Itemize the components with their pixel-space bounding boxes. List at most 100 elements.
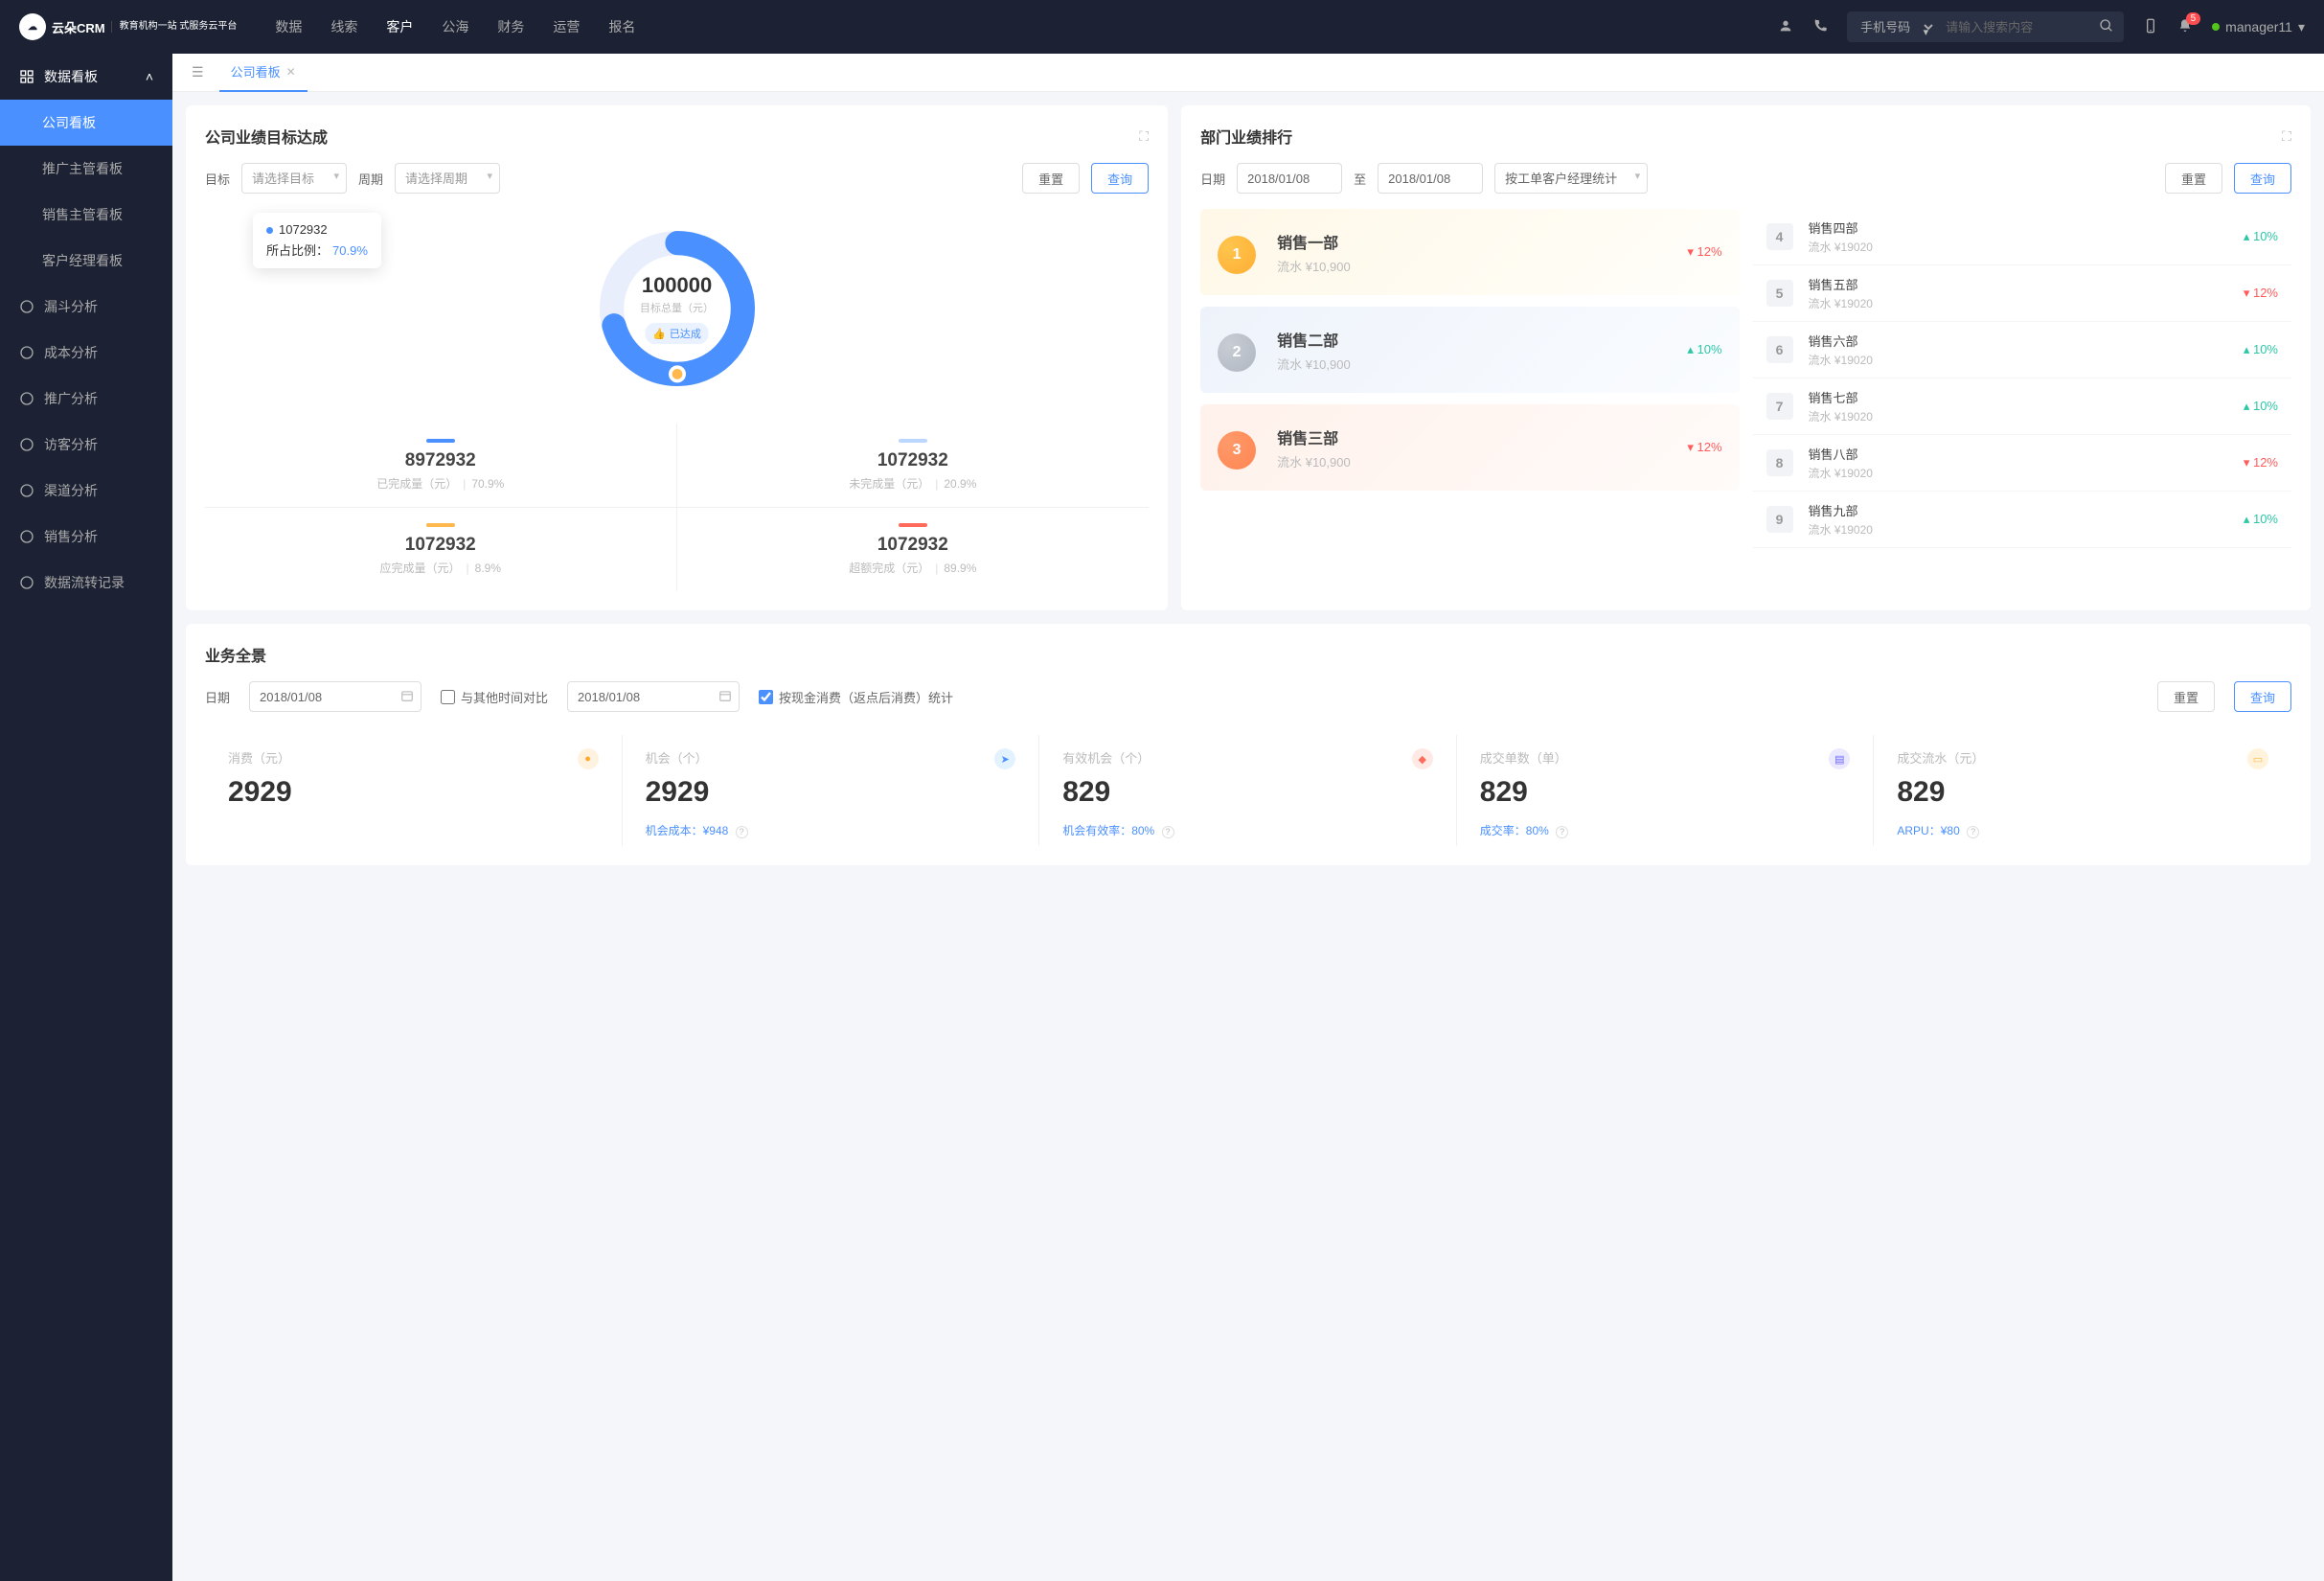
rank-number: 7 [1766, 393, 1793, 420]
search-type-select[interactable]: 手机号码 [1847, 19, 1936, 35]
rank-number: 8 [1766, 449, 1793, 476]
kpi-label: 机会（个） [646, 748, 1016, 767]
sidebar-item-label: 数据流转记录 [44, 573, 125, 592]
logo-title: 云朵CRM [52, 18, 105, 36]
user-menu[interactable]: manager11 ▾ [2212, 19, 2305, 35]
query-button[interactable]: 查询 [1091, 163, 1149, 194]
group-by-select[interactable]: 按工单客户经理统计 [1494, 163, 1648, 194]
sidebar: 数据看板 ˄ 公司看板推广主管看板销售主管看板客户经理看板 漏斗分析成本分析推广… [0, 54, 172, 1581]
menu-toggle-icon[interactable]: ☰ [184, 64, 212, 80]
rank-row[interactable]: 6销售六部流水 ¥19020▴ 10% [1753, 322, 2291, 378]
rank-row[interactable]: 5销售五部流水 ¥19020▾ 12% [1753, 265, 2291, 322]
compare-checkbox-group[interactable]: 与其他时间对比 [441, 688, 548, 706]
notification-icon[interactable]: 5 [2177, 18, 2193, 36]
visitor-icon [19, 437, 34, 452]
cash-mode-checkbox-group[interactable]: 按现金消费（返点后消费）统计 [759, 688, 953, 706]
sidebar-group-label: 数据看板 [44, 67, 98, 86]
rank-name: 销售三部 [1277, 425, 1670, 448]
user-name: manager11 [2225, 19, 2292, 34]
sidebar-item-label: 推广分析 [44, 389, 98, 408]
sidebar-item-公司看板[interactable]: 公司看板 [0, 100, 172, 146]
compare-checkbox[interactable] [441, 690, 455, 704]
kpi-grid: 消费（元）●2929 机会（个）➤2929机会成本：¥948 ?有效机会（个）◆… [205, 735, 2291, 846]
rank-number: 6 [1766, 336, 1793, 363]
reset-button[interactable]: 重置 [2165, 163, 2222, 194]
rank-amount: 流水 ¥19020 [1809, 521, 2228, 538]
close-icon[interactable]: ✕ [286, 65, 296, 79]
rank-row[interactable]: 7销售七部流水 ¥19020▴ 10% [1753, 378, 2291, 435]
help-icon[interactable]: ? [736, 826, 748, 838]
rank-card-1[interactable]: 1销售一部流水 ¥10,900▾ 12% [1200, 209, 1739, 295]
search-button[interactable] [2089, 18, 2124, 36]
rank-row[interactable]: 9销售九部流水 ¥19020▴ 10% [1753, 492, 2291, 548]
medal-icon: 3 [1218, 424, 1260, 471]
sidebar-item-推广主管看板[interactable]: 推广主管看板 [0, 146, 172, 192]
trend-up-icon: ▴ 10% [1687, 342, 1721, 357]
panel-title: 部门业绩排行 [1200, 125, 1292, 148]
expand-icon[interactable]: ⛶ [2282, 128, 2291, 145]
query-button[interactable]: 查询 [2234, 163, 2291, 194]
rank-row[interactable]: 4销售四部流水 ¥19020▴ 10% [1753, 209, 2291, 265]
period-select[interactable]: 请选择周期 [395, 163, 500, 194]
rank-name: 销售七部 [1809, 388, 2228, 406]
sidebar-item-渠道分析[interactable]: 渠道分析 [0, 468, 172, 514]
tooltip-value: 1072932 [279, 222, 328, 237]
metric-value: 1072932 [687, 535, 1140, 556]
nav-item-公海[interactable]: 公海 [442, 17, 468, 36]
nav-item-财务[interactable]: 财务 [497, 17, 524, 36]
nav-item-数据[interactable]: 数据 [275, 17, 302, 36]
query-button[interactable]: 查询 [2234, 681, 2291, 712]
sidebar-item-漏斗分析[interactable]: 漏斗分析 [0, 284, 172, 330]
target-select[interactable]: 请选择目标 [241, 163, 347, 194]
medal-icon: 2 [1218, 326, 1260, 374]
help-icon[interactable]: ? [1967, 826, 1979, 838]
filter-label-date: 日期 [205, 688, 230, 706]
funnel-icon [19, 299, 34, 314]
panel-title: 公司业绩目标达成 [205, 125, 328, 148]
date-from-input[interactable] [1237, 163, 1342, 194]
chevron-up-icon: ˄ [146, 69, 153, 84]
cost-icon [19, 345, 34, 360]
sidebar-item-推广分析[interactable]: 推广分析 [0, 376, 172, 422]
mobile-icon[interactable] [2143, 18, 2158, 36]
metric-value: 8972932 [215, 450, 667, 471]
cash-mode-label: 按现金消费（返点后消费）统计 [779, 688, 953, 706]
date-to-input[interactable] [1378, 163, 1483, 194]
cash-mode-checkbox[interactable] [759, 690, 773, 704]
logo-icon: ☁ [19, 13, 46, 40]
sidebar-item-销售主管看板[interactable]: 销售主管看板 [0, 192, 172, 238]
sidebar-item-数据流转记录[interactable]: 数据流转记录 [0, 560, 172, 606]
nav-item-客户[interactable]: 客户 [386, 17, 413, 36]
help-icon[interactable]: ? [1556, 826, 1568, 838]
medal-icon: 1 [1218, 228, 1260, 276]
tab-company-dashboard[interactable]: 公司看板 ✕ [219, 54, 308, 92]
promo-icon [19, 391, 34, 406]
nav-item-线索[interactable]: 线索 [330, 17, 357, 36]
compare-date-input[interactable] [567, 681, 740, 712]
sidebar-item-客户经理看板[interactable]: 客户经理看板 [0, 238, 172, 284]
sidebar-item-访客分析[interactable]: 访客分析 [0, 422, 172, 468]
kpi-sub: ARPU：¥80 ? [1897, 822, 2268, 838]
sidebar-item-销售分析[interactable]: 销售分析 [0, 514, 172, 560]
donut-value: 100000 [640, 273, 714, 298]
rank-card-3[interactable]: 3销售三部流水 ¥10,900▾ 12% [1200, 404, 1739, 491]
expand-icon[interactable]: ⛶ [1139, 128, 1149, 145]
sidebar-group-dashboard[interactable]: 数据看板 ˄ [0, 54, 172, 100]
rank-row[interactable]: 8销售八部流水 ¥19020▾ 12% [1753, 435, 2291, 492]
rank-card-2[interactable]: 2销售二部流水 ¥10,900▴ 10% [1200, 307, 1739, 393]
thumbs-up-icon: 👍 [652, 328, 666, 340]
reset-button[interactable]: 重置 [2157, 681, 2215, 712]
metric-sub: 已完成量（元）|70.9% [215, 475, 667, 492]
nav-item-报名[interactable]: 报名 [608, 17, 635, 36]
phone-icon[interactable] [1812, 18, 1828, 36]
sidebar-item-成本分析[interactable]: 成本分析 [0, 330, 172, 376]
trend-up-icon: ▴ 10% [2244, 399, 2278, 414]
search-group: 手机号码 [1847, 11, 2124, 42]
reset-button[interactable]: 重置 [1022, 163, 1080, 194]
search-input[interactable] [1936, 20, 2089, 34]
kpi-value: 2929 [228, 776, 599, 809]
nav-item-运营[interactable]: 运营 [553, 17, 580, 36]
help-icon[interactable]: ? [1162, 826, 1174, 838]
person-icon[interactable] [1778, 18, 1793, 36]
overview-date-input[interactable] [249, 681, 422, 712]
